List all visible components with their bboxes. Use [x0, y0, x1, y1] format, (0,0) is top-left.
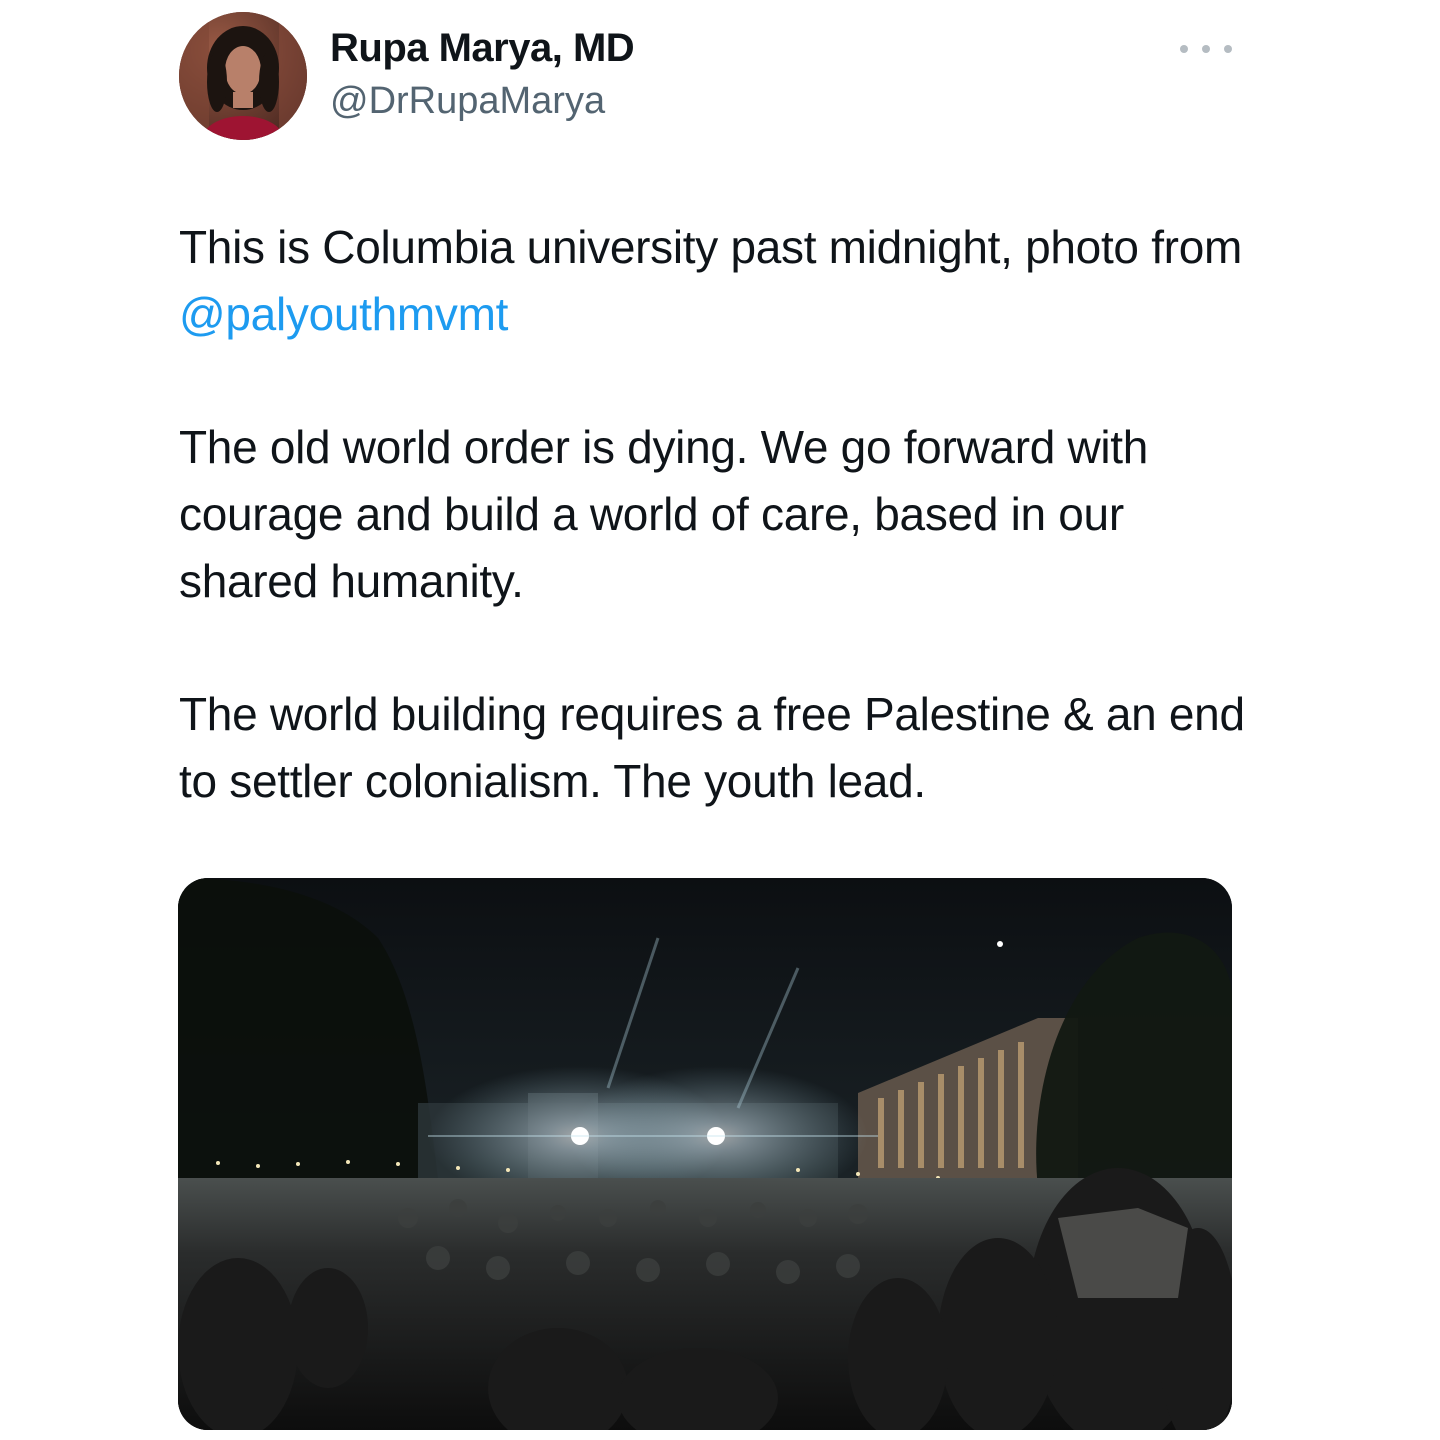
dot [1202, 45, 1210, 53]
tweet-text: This is Columbia university past midnigh… [179, 214, 1259, 815]
dot [1180, 45, 1188, 53]
author-handle[interactable]: @DrRupaMarya [330, 80, 605, 123]
author-avatar[interactable] [179, 12, 307, 140]
author-display-name[interactable]: Rupa Marya, MD [330, 26, 635, 71]
tweet-media-photo[interactable] [178, 878, 1232, 1430]
tweet-card: Rupa Marya, MD @DrRupaMarya This is Colu… [0, 0, 1440, 1440]
tweet-paragraph-3: The world building requires a free Pales… [179, 688, 1245, 807]
night-crowd-photo-icon [178, 878, 1232, 1430]
profile-photo-icon [179, 12, 307, 140]
tweet-paragraph-2: The old world order is dying. We go forw… [179, 421, 1149, 607]
more-options-icon[interactable] [1180, 34, 1232, 64]
mention-link[interactable]: @palyouthmvmt [179, 288, 508, 340]
tweet-paragraph-1: This is Columbia university past midnigh… [179, 214, 1259, 348]
tweet-paragraph-1-text: This is Columbia university past midnigh… [179, 221, 1242, 273]
dot [1224, 45, 1232, 53]
